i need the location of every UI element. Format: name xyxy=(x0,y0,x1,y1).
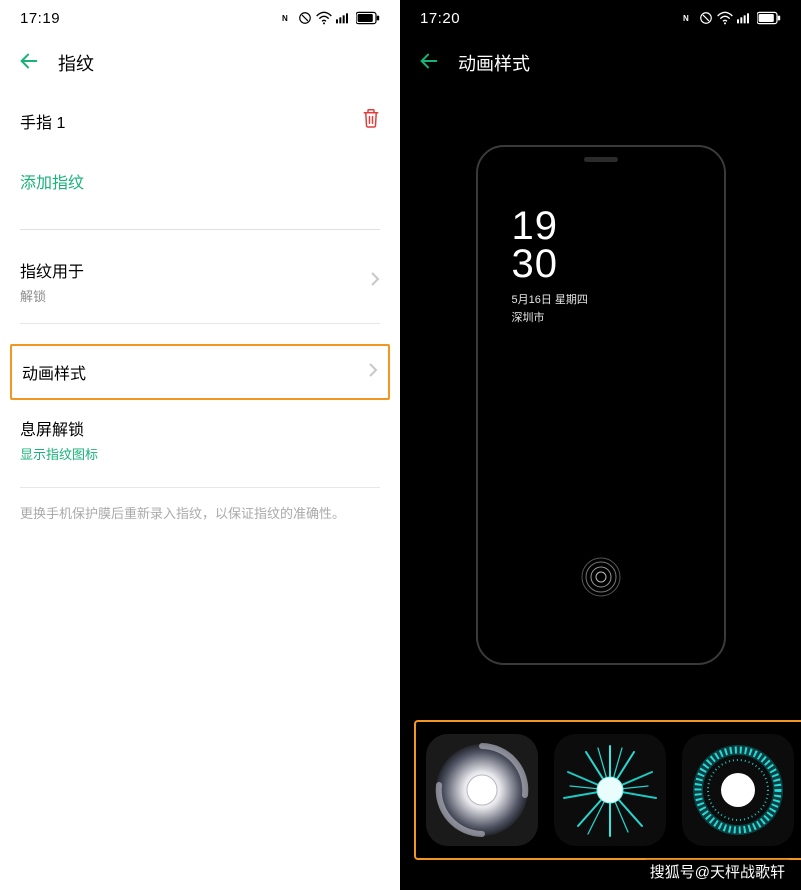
status-icons: N xyxy=(683,11,781,25)
anim-thumb-ring[interactable] xyxy=(682,734,794,846)
animation-style-row[interactable]: 动画样式 xyxy=(12,346,388,398)
animation-style-screen: 17:20 N 动画样式 19 30 5月16日 星期四 深圳市 xyxy=(400,0,801,890)
enrolled-finger-row[interactable]: 手指 1 xyxy=(0,90,400,151)
battery-icon xyxy=(757,11,781,25)
status-clock: 17:20 xyxy=(420,10,460,27)
preview-date: 5月16日 星期四 xyxy=(512,291,588,307)
status-bar: 17:19 N xyxy=(0,0,400,36)
used-for-sub: 解锁 xyxy=(20,286,84,305)
header-bar: 动画样式 xyxy=(400,36,801,90)
preview-minute: 30 xyxy=(512,245,588,283)
aod-unlock-row[interactable]: 息屏解锁 显示指纹图标 xyxy=(0,406,400,481)
enrolled-finger-label: 手指 1 xyxy=(20,109,65,133)
animation-style-thumbnails xyxy=(414,720,801,860)
page-title: 指纹 xyxy=(58,50,94,76)
wifi-icon xyxy=(717,11,733,25)
svg-text:N: N xyxy=(282,14,288,23)
wifi-icon xyxy=(316,11,332,25)
fingerprint-used-for-row[interactable]: 指纹用于 解锁 xyxy=(0,240,400,323)
preview-hour: 19 xyxy=(512,207,588,245)
footer-note: 更换手机保护膜后重新录入指纹，以保证指纹的准确性。 xyxy=(0,488,400,540)
svg-text:N: N xyxy=(683,14,689,23)
preview-clock-block: 19 30 5月16日 星期四 深圳市 xyxy=(512,207,588,325)
back-icon[interactable] xyxy=(418,50,440,77)
status-bar: 17:20 N xyxy=(400,0,801,36)
signal-icon xyxy=(336,11,352,25)
status-icons: N xyxy=(282,11,380,25)
anim-thumb-firework[interactable] xyxy=(554,734,666,846)
chevron-right-icon xyxy=(370,270,380,293)
back-icon[interactable] xyxy=(18,50,40,77)
settings-list: 手指 1 添加指纹 指纹用于 解锁 动画样式 xyxy=(0,90,400,540)
nfc-icon: N xyxy=(683,12,695,24)
battery-icon xyxy=(356,11,380,25)
anim-thumb-swirl[interactable] xyxy=(426,734,538,846)
add-fingerprint-link[interactable]: 添加指纹 xyxy=(0,151,400,221)
dnd-icon xyxy=(699,11,713,25)
highlight-animation-style: 动画样式 xyxy=(10,344,390,400)
aod-unlock-sub: 显示指纹图标 xyxy=(20,444,98,463)
header-bar: 指纹 xyxy=(0,36,400,90)
fingerprint-sensor-icon xyxy=(581,557,621,597)
phone-frame: 19 30 5月16日 星期四 深圳市 xyxy=(476,145,726,665)
used-for-label: 指纹用于 xyxy=(20,258,84,282)
dnd-icon xyxy=(298,11,312,25)
aod-unlock-label: 息屏解锁 xyxy=(20,416,98,440)
signal-icon xyxy=(737,11,753,25)
nfc-icon: N xyxy=(282,12,294,24)
watermark: 搜狐号@天枰战歌轩 xyxy=(646,859,789,884)
status-clock: 17:19 xyxy=(20,10,60,27)
chevron-right-icon xyxy=(368,361,378,384)
lockscreen-preview: 19 30 5月16日 星期四 深圳市 xyxy=(476,145,726,665)
fingerprint-settings-screen: 17:19 N 指纹 手指 1 添加指纹 指纹用于 解锁 xyxy=(0,0,400,890)
preview-location: 深圳市 xyxy=(512,309,588,325)
trash-icon[interactable] xyxy=(362,108,380,133)
phone-notch xyxy=(584,157,618,162)
animation-style-label: 动画样式 xyxy=(22,360,86,384)
page-title: 动画样式 xyxy=(458,50,530,76)
